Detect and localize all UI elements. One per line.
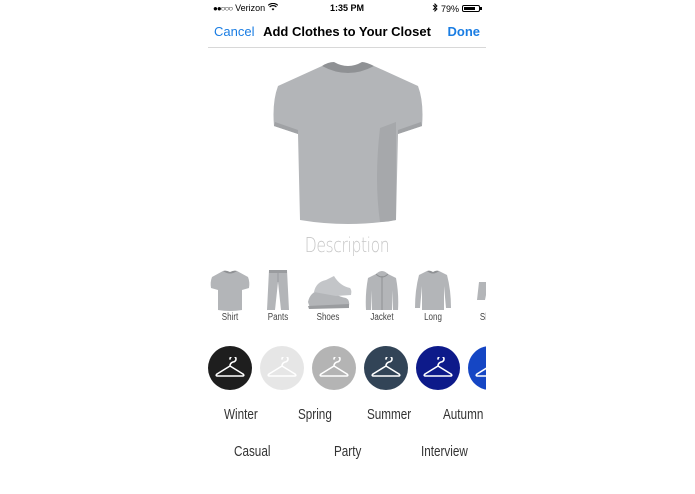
category-picker: Shirt Pants Shoes Jacket Long Sho — [208, 268, 486, 330]
occasion-casual[interactable]: Casual — [234, 443, 270, 460]
battery-icon — [462, 5, 482, 12]
shoes-icon — [308, 276, 352, 309]
done-button[interactable]: Done — [448, 24, 481, 39]
category-shoes[interactable]: Shoes — [306, 268, 352, 323]
hanger-icon — [371, 357, 401, 377]
pants-icon — [267, 270, 289, 310]
shirt-icon — [210, 270, 250, 311]
category-label: Jacket — [370, 312, 394, 323]
color-swatch[interactable] — [260, 346, 304, 390]
season-winter[interactable]: Winter — [224, 406, 258, 423]
category-label: Shoes — [316, 312, 340, 323]
long-sleeve-icon — [415, 270, 451, 310]
description-field[interactable]: Description — [239, 233, 456, 257]
bluetooth-icon — [432, 2, 438, 14]
hanger-icon — [215, 357, 245, 377]
occasion-party[interactable]: Party — [334, 443, 361, 460]
color-swatch[interactable] — [416, 346, 460, 390]
hanger-icon — [423, 357, 453, 377]
category-shirt[interactable]: Shirt — [208, 268, 252, 323]
category-label: Long — [424, 312, 442, 323]
navigation-bar: Cancel Add Clothes to Your Closet Done — [208, 16, 486, 48]
category-label: Sho — [479, 312, 486, 323]
category-jacket[interactable]: Jacket — [360, 268, 404, 323]
season-summer[interactable]: Summer — [367, 406, 411, 423]
category-long[interactable]: Long — [411, 268, 455, 323]
color-swatch[interactable] — [208, 346, 252, 390]
jacket-icon — [365, 271, 399, 310]
category-label: Pants — [267, 312, 289, 323]
status-bar: ●●○○○ Verizon 1:35 PM 79% — [208, 0, 486, 16]
shorts-icon — [477, 282, 486, 300]
color-swatch[interactable] — [364, 346, 408, 390]
hanger-icon — [319, 357, 349, 377]
color-swatch[interactable] — [468, 346, 486, 390]
tshirt-icon[interactable] — [270, 60, 426, 228]
occasion-interview[interactable]: Interview — [421, 443, 468, 460]
season-spring[interactable]: Spring — [298, 406, 332, 423]
category-shorts[interactable]: Sho — [465, 268, 486, 323]
phone-screen: ●●○○○ Verizon 1:35 PM 79% Cancel Add Clo… — [208, 0, 486, 494]
page-title: Add Clothes to Your Closet — [263, 24, 431, 39]
color-swatch[interactable] — [312, 346, 356, 390]
hanger-icon — [475, 367, 486, 377]
hanger-icon — [267, 357, 297, 377]
battery-percent: 79% — [440, 3, 459, 14]
season-autumn[interactable]: Autumn — [443, 406, 483, 423]
category-label: Shirt — [221, 312, 239, 323]
category-pants[interactable]: Pants — [256, 268, 300, 323]
